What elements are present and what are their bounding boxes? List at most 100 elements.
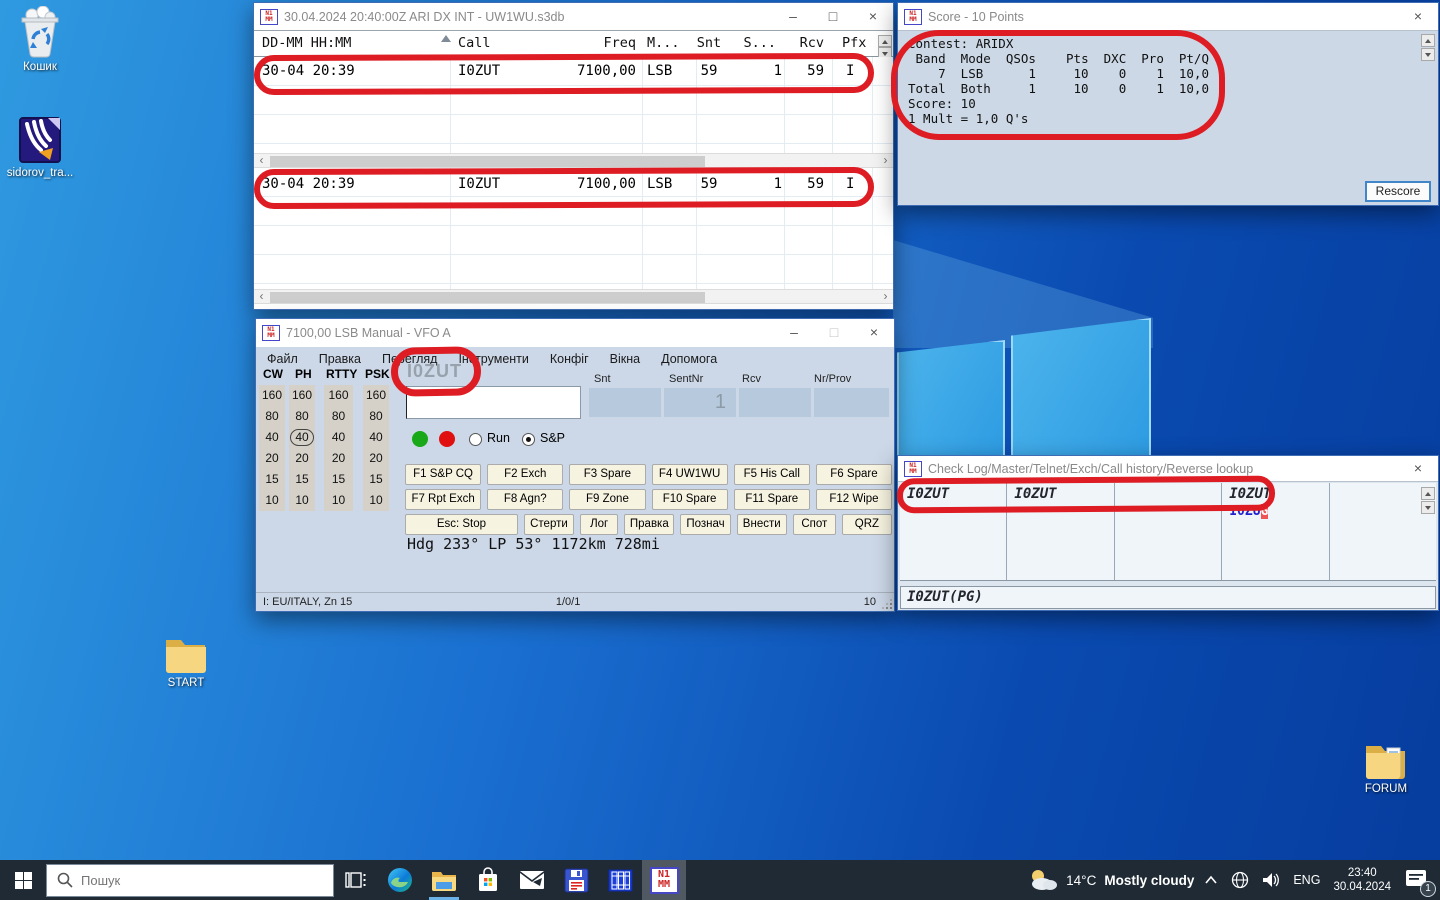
f2-button[interactable]: F2 Exch <box>487 464 563 485</box>
log-column-headers[interactable]: DD-MM HH:MM Call Freq M... Snt S... Rcv … <box>254 31 893 57</box>
f1-button[interactable]: F1 S&P CQ <box>405 464 481 485</box>
band-button[interactable]: 80 <box>363 406 389 427</box>
vertical-scroll-arrows[interactable] <box>1421 487 1435 515</box>
rcv-field[interactable] <box>739 388 811 417</box>
resize-grip[interactable] <box>890 607 892 609</box>
maximize-button[interactable]: □ <box>814 319 854 347</box>
band-button[interactable]: 80 <box>289 406 315 427</box>
callsign-input[interactable] <box>406 386 581 419</box>
network-globe-icon[interactable] <box>1231 871 1249 889</box>
f7-button[interactable]: F7 Rpt Exch <box>405 489 481 510</box>
band-button[interactable]: 15 <box>324 469 353 490</box>
action-center-button[interactable]: 1 <box>1404 867 1430 893</box>
log-qso-row[interactable]: 30-04 20:39 I0ZUT 7100,00 LSB 59 1 59 I <box>254 57 893 86</box>
file-explorer-icon[interactable] <box>422 860 466 900</box>
band-button[interactable]: 80 <box>324 406 353 427</box>
scroll-left-icon[interactable]: ‹ <box>254 154 269 167</box>
qrz-button[interactable]: QRZ <box>842 514 892 535</box>
maximize-button[interactable]: □ <box>813 3 853 31</box>
n1mm-taskbar-icon[interactable]: N1MM <box>642 860 686 900</box>
check-col-log[interactable]: I0ZUT <box>900 483 1007 580</box>
edge-icon[interactable] <box>378 860 422 900</box>
band-button[interactable]: 10 <box>289 490 315 511</box>
esc-stop-button[interactable]: Esc: Stop <box>405 514 518 535</box>
band-button[interactable]: 10 <box>259 490 285 511</box>
search-input[interactable] <box>81 873 281 888</box>
band-button[interactable]: 80 <box>259 406 285 427</box>
run-radio-label[interactable]: Run <box>487 431 510 445</box>
chevron-up-icon[interactable] <box>1204 875 1218 885</box>
f8-button[interactable]: F8 Agn? <box>487 489 563 510</box>
scrollbar-thumb[interactable] <box>270 292 705 303</box>
store-icon[interactable] <box>466 860 510 900</box>
band-button[interactable]: 160 <box>289 385 315 406</box>
band-button[interactable]: 10 <box>363 490 389 511</box>
close-button[interactable]: × <box>1398 455 1438 483</box>
f4-button[interactable]: F4 UW1WU <box>652 464 728 485</box>
speaker-icon[interactable] <box>1262 872 1280 888</box>
spot-button[interactable]: Спот <box>793 514 836 535</box>
recycle-bin-icon[interactable]: Кошик <box>4 6 76 74</box>
close-button[interactable]: × <box>854 319 894 347</box>
snt-field[interactable] <box>589 388 661 417</box>
clock[interactable]: 23:40 30.04.2024 <box>1333 866 1391 894</box>
sentnr-field[interactable]: 1 <box>664 388 736 417</box>
check-col-callhistory[interactable]: I0ZUT I0ZUG <box>1222 483 1329 580</box>
band-button[interactable]: 20 <box>363 448 389 469</box>
close-button[interactable]: × <box>853 3 893 31</box>
f5-button[interactable]: F5 His Call <box>734 464 810 485</box>
minimize-button[interactable]: – <box>773 3 813 31</box>
band-button[interactable]: 40 <box>363 427 389 448</box>
band-button[interactable]: 15 <box>259 469 285 490</box>
band-button-selected[interactable]: 40 <box>289 427 315 448</box>
vertical-scroll-arrows[interactable] <box>1421 34 1435 62</box>
sp-radio[interactable] <box>522 433 535 446</box>
weather-widget[interactable]: 14°C Mostly cloudy <box>1018 868 1204 892</box>
menu-edit[interactable]: Правка <box>319 352 361 366</box>
f3-button[interactable]: F3 Spare <box>569 464 645 485</box>
run-radio[interactable] <box>469 433 482 446</box>
header-spinner[interactable] <box>878 35 892 59</box>
check-col-master[interactable]: I0ZUT <box>1007 483 1114 580</box>
archive-app-icon[interactable] <box>598 860 642 900</box>
band-button[interactable]: 40 <box>259 427 285 448</box>
start-folder-icon[interactable]: START <box>150 622 222 690</box>
forum-folder-icon[interactable]: FORUM <box>1350 728 1422 796</box>
menu-tools[interactable]: Інструменти <box>458 352 528 366</box>
band-button[interactable]: 20 <box>324 448 353 469</box>
rescore-button[interactable]: Rescore <box>1365 181 1431 202</box>
band-button[interactable]: 160 <box>259 385 285 406</box>
nrprov-field[interactable] <box>814 388 889 417</box>
f10-button[interactable]: F10 Spare <box>652 489 728 510</box>
sp-radio-label[interactable]: S&P <box>540 431 565 445</box>
wipe-button[interactable]: Стерти <box>524 514 574 535</box>
f9-button[interactable]: F9 Zone <box>569 489 645 510</box>
mail-icon[interactable] <box>510 860 554 900</box>
f12-button[interactable]: F12 Wipe <box>816 489 892 510</box>
horizontal-scrollbar[interactable]: ‹ › <box>254 289 893 304</box>
band-button[interactable]: 15 <box>363 469 389 490</box>
task-view-button[interactable] <box>334 860 378 900</box>
menu-config[interactable]: Конфіг <box>550 352 589 366</box>
band-button[interactable]: 20 <box>289 448 315 469</box>
search-box[interactable] <box>46 864 334 897</box>
store-button[interactable]: Внести <box>737 514 787 535</box>
minimize-button[interactable]: – <box>774 319 814 347</box>
scroll-right-icon[interactable]: › <box>878 290 893 303</box>
sidorov-file-icon[interactable]: sidorov_tra... <box>4 112 76 180</box>
horizontal-scrollbar[interactable]: ‹ › <box>254 153 893 168</box>
band-button[interactable]: 20 <box>259 448 285 469</box>
language-indicator[interactable]: ENG <box>1293 873 1320 887</box>
log-button[interactable]: Лог <box>580 514 618 535</box>
log-qso-row[interactable]: 30-04 20:39 I0ZUT 7100,00 LSB 59 1 59 I <box>254 170 893 199</box>
band-button[interactable]: 10 <box>324 490 353 511</box>
floppy-app-icon[interactable] <box>554 860 598 900</box>
band-button[interactable]: 160 <box>363 385 389 406</box>
edit-button[interactable]: Правка <box>624 514 674 535</box>
mark-button[interactable]: Познач <box>680 514 730 535</box>
start-button[interactable] <box>0 860 46 900</box>
menu-file[interactable]: Файл <box>267 352 298 366</box>
close-button[interactable]: × <box>1398 3 1438 31</box>
menu-help[interactable]: Допомога <box>661 352 717 366</box>
check-col-telnet[interactable] <box>1115 483 1222 580</box>
